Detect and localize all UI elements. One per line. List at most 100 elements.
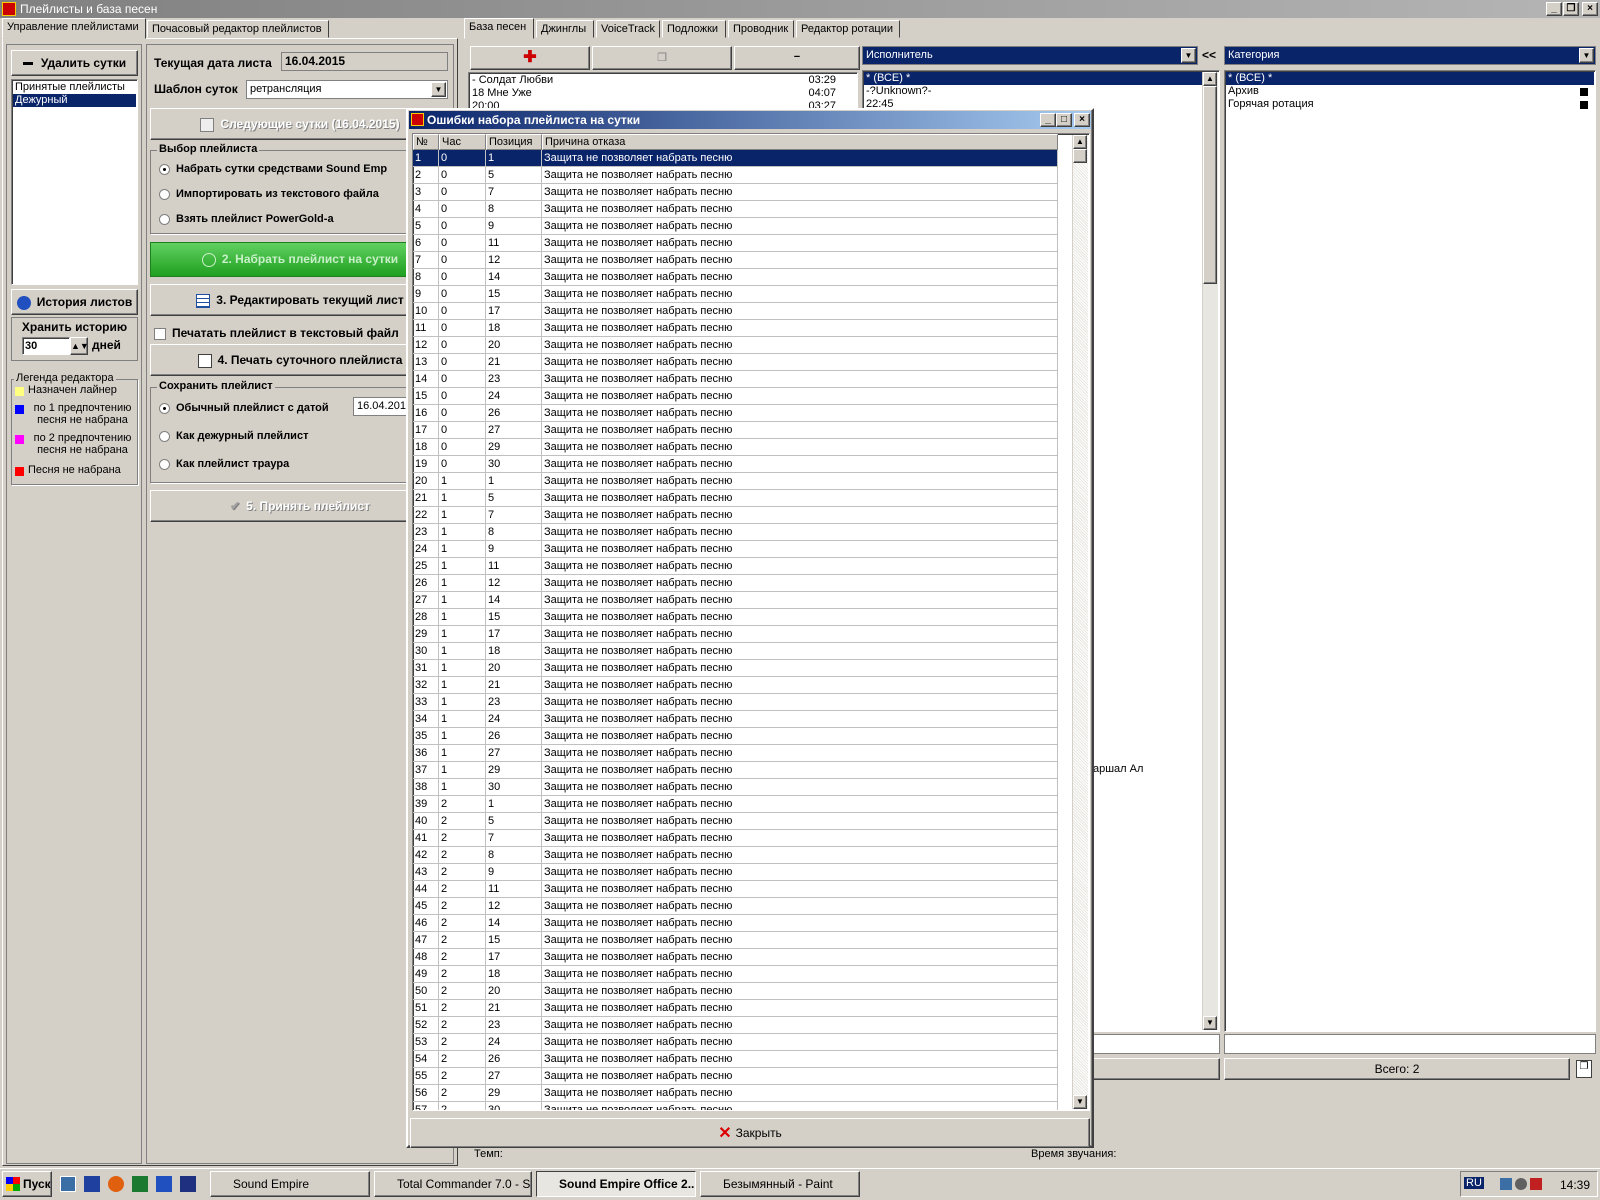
table-row[interactable]: 51 2 21 Защита не позволяет набрать песню	[413, 1000, 1058, 1017]
chevron-down-icon[interactable]: ▼	[431, 82, 446, 97]
list-item[interactable]: * (ВСЕ) *	[1226, 72, 1594, 85]
tab-voicetrack[interactable]: VoiceTrack	[596, 20, 660, 38]
table-row[interactable]: 26 1 12 Защита не позволяет набрать песню	[413, 575, 1058, 592]
list-item-partial[interactable]: аршал Ал	[1093, 763, 1143, 775]
category-list[interactable]: * (ВСЕ) * Архив Горячая ротация	[1224, 70, 1596, 1032]
accept-playlist-button[interactable]: ✔ 5. Принять плейлист	[150, 490, 450, 522]
table-row[interactable]: 50 2 20 Защита не позволяет набрать песню	[413, 983, 1058, 1000]
table-row[interactable]: 25 1 11 Защита не позволяет набрать песню	[413, 558, 1058, 575]
category-search-input[interactable]	[1224, 1034, 1596, 1054]
copy-song-button[interactable]: ❐	[592, 46, 732, 70]
table-row[interactable]: 15 0 24 Защита не позволяет набрать песню	[413, 388, 1058, 405]
artist-scrollbar[interactable]: ▲ ▼	[1202, 72, 1218, 1030]
table-row[interactable]: 34 1 24 Защита не позволяет набрать песню	[413, 711, 1058, 728]
col-hour[interactable]: Час	[439, 134, 486, 150]
table-row[interactable]: 4 0 8 Защита не позволяет набрать песню	[413, 201, 1058, 218]
next-day-button[interactable]: Следующие сутки (16.04.2015)	[150, 108, 450, 140]
table-row[interactable]: 41 2 7 Защита не позволяет набрать песню	[413, 830, 1058, 847]
scroll-down-icon[interactable]: ▼	[1203, 1016, 1217, 1030]
desktop-icon[interactable]	[60, 1176, 76, 1192]
song-row[interactable]: - Солдат Любви 03:29	[470, 74, 856, 87]
close-button[interactable]: ×	[1582, 2, 1598, 16]
category-select[interactable]: Категория ▼	[1224, 46, 1596, 65]
days-input[interactable]: 30	[22, 337, 70, 355]
scroll-thumb[interactable]	[1073, 149, 1087, 163]
radio-save-duty[interactable]: Как дежурный плейлист	[159, 430, 308, 442]
playlist-list[interactable]: Принятые плейлисты Дежурный	[11, 79, 138, 285]
table-row[interactable]: 39 2 1 Защита не позволяет набрать песню	[413, 796, 1058, 813]
task-paint[interactable]: Безымянный - Paint	[700, 1171, 860, 1197]
table-row[interactable]: 2 0 5 Защита не позволяет набрать песню	[413, 167, 1058, 184]
tab-song-base[interactable]: База песен	[464, 18, 534, 39]
print-text-checkbox[interactable]: Печатать плейлист в текстовый файл	[154, 326, 399, 340]
table-row[interactable]: 33 1 23 Защита не позволяет набрать песню	[413, 694, 1058, 711]
table-row[interactable]: 1 0 1 Защита не позволяет набрать песню	[413, 150, 1058, 167]
start-button[interactable]: Пуск	[2, 1171, 52, 1197]
table-row[interactable]: 52 2 23 Защита не позволяет набрать песню	[413, 1017, 1058, 1034]
task-sound-empire-office[interactable]: Sound Empire Office 2...	[536, 1171, 696, 1197]
table-row[interactable]: 45 2 12 Защита не позволяет набрать песню	[413, 898, 1058, 915]
table-row[interactable]: 28 1 15 Защита не позволяет набрать песню	[413, 609, 1058, 626]
table-row[interactable]: 29 1 17 Защита не позволяет набрать песню	[413, 626, 1058, 643]
table-row[interactable]: 46 2 14 Защита не позволяет набрать песню	[413, 915, 1058, 932]
table-row[interactable]: 14 0 23 Защита не позволяет набрать песню	[413, 371, 1058, 388]
table-row[interactable]: 42 2 8 Защита не позволяет набрать песню	[413, 847, 1058, 864]
song-row[interactable]: 18 Мне Уже 04:07	[470, 87, 856, 100]
minimize-button[interactable]: _	[1546, 2, 1562, 16]
history-button[interactable]: История листов	[11, 289, 138, 315]
grid-scrollbar[interactable]: ▲ ▼	[1072, 135, 1088, 1109]
firefox-icon[interactable]	[108, 1176, 124, 1192]
table-row[interactable]: 36 1 27 Защита не позволяет набрать песню	[413, 745, 1058, 762]
table-row[interactable]: 11 0 18 Защита не позволяет набрать песню	[413, 320, 1058, 337]
song-list[interactable]: - Солдат Любви 03:29 18 Мне Уже 04:07 20:0…	[468, 72, 858, 112]
list-item[interactable]: Горячая ротация	[1226, 98, 1594, 111]
list-item[interactable]: Архив	[1226, 85, 1594, 98]
table-row[interactable]: 18 0 29 Защита не позволяет набрать песню	[413, 439, 1058, 456]
errors-grid[interactable]: №№ Час Позиция Причина отказа 101Защита …	[412, 133, 1090, 1111]
scroll-down-icon[interactable]: ▼	[1073, 1095, 1087, 1109]
scroll-thumb[interactable]	[1203, 86, 1217, 284]
table-row[interactable]: 9 0 15 Защита не позволяет набрать песню	[413, 286, 1058, 303]
tab-underlays[interactable]: Подложки	[662, 20, 726, 38]
table-row[interactable]: 19 0 30 Защита не позволяет набрать песню	[413, 456, 1058, 473]
volume-icon[interactable]	[1515, 1178, 1527, 1190]
tab-explorer[interactable]: Проводник	[728, 20, 794, 38]
copy-list-icon[interactable]: ❐	[1576, 1060, 1592, 1078]
dialog-close-button[interactable]: ×	[1074, 113, 1090, 127]
collapse-button[interactable]: <<	[1202, 48, 1216, 62]
tab-hourly-editor[interactable]: Почасовый редактор плейлистов	[147, 20, 329, 38]
remove-song-button[interactable]: −	[734, 46, 860, 70]
table-row[interactable]: 30 1 18 Защита не позволяет набрать песню	[413, 643, 1058, 660]
table-row[interactable]: 3 0 7 Защита не позволяет набрать песню	[413, 184, 1058, 201]
tab-jingles[interactable]: Джинглы	[536, 20, 594, 38]
delete-day-button[interactable]: Удалить сутки	[11, 50, 138, 76]
table-row[interactable]: 32 1 21 Защита не позволяет набрать песню	[413, 677, 1058, 694]
antivirus-icon[interactable]	[1530, 1178, 1542, 1190]
chevron-down-icon[interactable]: ▼	[1181, 48, 1196, 63]
task-total-commander[interactable]: Total Commander 7.0 - S...	[374, 1171, 532, 1197]
table-row[interactable]: 57 2 30 Защита не позволяет набрать песню	[413, 1102, 1058, 1110]
task-sound-empire[interactable]: Sound Empire	[210, 1171, 370, 1197]
excel-icon[interactable]	[132, 1176, 148, 1192]
language-indicator[interactable]: RU	[1464, 1177, 1484, 1189]
days-spinner[interactable]: ▲▼	[70, 337, 89, 355]
table-row[interactable]: 20 1 1 Защита не позволяет набрать песню	[413, 473, 1058, 490]
table-row[interactable]: 53 2 24 Защита не позволяет набрать песню	[413, 1034, 1058, 1051]
build-playlist-button[interactable]: 2. Набрать плейлист на сутки	[150, 242, 450, 277]
table-row[interactable]: 37 1 29 Защита не позволяет набрать песню	[413, 762, 1058, 779]
scroll-up-icon[interactable]: ▲	[1073, 135, 1087, 149]
radio-import-text[interactable]: Импортировать из текстового файла	[159, 188, 379, 200]
table-row[interactable]: 56 2 29 Защита не позволяет набрать песню	[413, 1085, 1058, 1102]
list-item[interactable]: Дежурный	[13, 94, 136, 107]
date-field[interactable]: 16.04.2015	[281, 52, 448, 71]
word-icon[interactable]	[156, 1176, 172, 1192]
col-position[interactable]: Позиция	[486, 134, 542, 150]
list-item[interactable]: * (ВСЕ) *	[864, 72, 1204, 85]
network-icon[interactable]	[1500, 1178, 1512, 1190]
table-row[interactable]: 24 1 9 Защита не позволяет набрать песню	[413, 541, 1058, 558]
artist-search-input[interactable]	[1090, 1034, 1220, 1054]
table-row[interactable]: 6 0 11 Защита не позволяет набрать песню	[413, 235, 1058, 252]
radio-sound-empire[interactable]: Набрать сутки средствами Sound Emp	[159, 163, 387, 175]
table-row[interactable]: 31 1 20 Защита не позволяет набрать песню	[413, 660, 1058, 677]
radio-save-mourning[interactable]: Как плейлист траура	[159, 458, 289, 470]
